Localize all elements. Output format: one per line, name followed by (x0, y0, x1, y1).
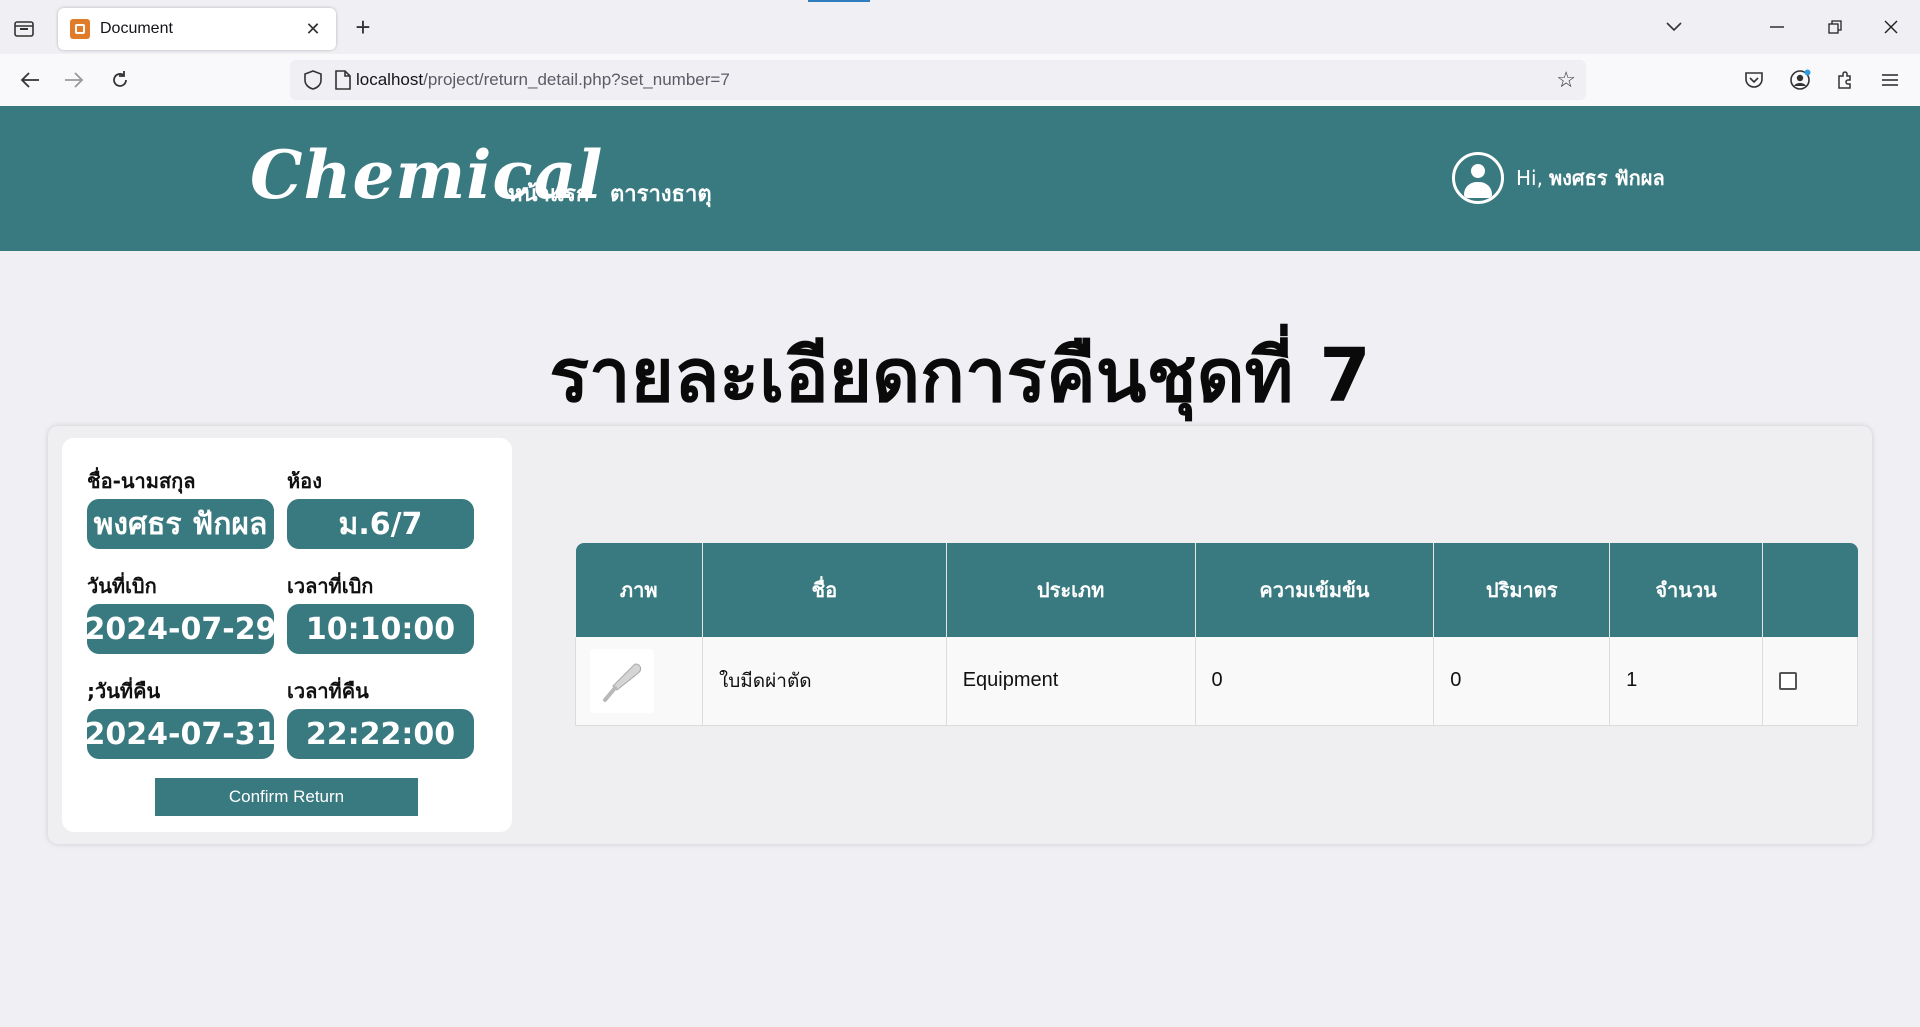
scalpel-icon (590, 648, 654, 713)
return-date-label: ;วันที่คืน (87, 679, 161, 703)
name-label: ชื่อ-นามสกุล (87, 469, 196, 493)
name-value: พงศธร ฟักผล (87, 499, 274, 549)
borrow-date-value: 2024-07-29 (87, 604, 274, 654)
forward-arrow-icon[interactable] (58, 64, 90, 96)
room-value: ม.6/7 (287, 499, 474, 549)
browser-tab[interactable]: Document ✕ (58, 8, 336, 50)
new-tab-icon[interactable]: + (348, 12, 378, 42)
browser-tabbar: Document ✕ + (0, 0, 1920, 54)
borrow-time-value: 10:10:00 (287, 604, 474, 654)
url-path: /project/return_detail.php?set_number=7 (423, 70, 730, 89)
back-arrow-icon[interactable] (14, 64, 46, 96)
page-icon[interactable] (334, 70, 352, 90)
return-date-value: 2024-07-31 (87, 709, 274, 759)
greeting-text: Hi, (1516, 166, 1543, 190)
cell-image (575, 637, 703, 726)
col-header-volume: ปริมาตร (1433, 543, 1611, 637)
user-name: พงศธร ฟักผล (1548, 166, 1665, 190)
loading-indicator (808, 0, 870, 2)
borrow-time-label: เวลาที่เบิก (287, 574, 374, 598)
confirm-return-button[interactable]: Confirm Return (155, 778, 418, 816)
app-menu-icon[interactable] (1874, 64, 1906, 96)
address-bar[interactable]: localhost/project/return_detail.php?set_… (290, 60, 1586, 100)
table-header-row: ภาพ ชื่อ ประเภท ความเข้มข้น ปริมาตร จำนว… (575, 543, 1858, 637)
xampp-favicon-icon (70, 19, 90, 39)
restore-icon[interactable] (1818, 12, 1852, 42)
room-label: ห้อง (287, 469, 322, 493)
close-window-icon[interactable] (1874, 12, 1908, 42)
col-header-concentration: ความเข้มข้น (1195, 543, 1435, 637)
cell-type: Equipment (946, 637, 1196, 726)
col-header-image: ภาพ (575, 543, 703, 637)
return-item-checkbox[interactable] (1779, 671, 1798, 690)
return-time-label: เวลาที่คืน (287, 679, 369, 703)
url-host: localhost (356, 70, 424, 89)
browser-navbar: localhost/project/return_detail.php?set_… (0, 54, 1920, 106)
items-table: ภาพ ชื่อ ประเภท ความเข้มข้น ปริมาตร จำนว… (575, 543, 1858, 726)
user-avatar-icon (1452, 152, 1504, 204)
reload-icon[interactable] (104, 64, 136, 96)
user-menu[interactable]: Hi, พงศธร ฟักผล (1452, 152, 1665, 204)
cell-name: ใบมีดผ่าตัด (702, 637, 947, 726)
minimize-icon[interactable] (1760, 12, 1794, 42)
close-tab-icon[interactable]: ✕ (302, 19, 324, 40)
tab-overflow-chevron-icon[interactable] (1657, 12, 1691, 42)
borrow-date-label: วันที่เบิก (87, 574, 157, 598)
col-header-name: ชื่อ (702, 543, 947, 637)
col-header-quantity: จำนวน (1609, 543, 1764, 637)
bookmark-star-icon[interactable]: ☆ (1556, 67, 1576, 93)
cell-quantity: 1 (1609, 637, 1764, 726)
return-time-value: 22:22:00 (287, 709, 474, 759)
nav-link-periodic-table[interactable]: ตารางธาตุ (610, 176, 712, 211)
col-header-select (1762, 543, 1858, 637)
pocket-icon[interactable] (1738, 64, 1770, 96)
tab-title: Document (100, 20, 173, 37)
shield-icon[interactable] (302, 69, 324, 91)
table-row: ใบมีดผ่าตัด Equipment 0 0 1 (575, 637, 1858, 726)
tab-list-icon[interactable] (10, 14, 38, 42)
cell-select (1762, 637, 1858, 726)
page-title: รายละเอียดการคืนชุดที่ 7 (549, 333, 1371, 419)
cell-volume: 0 (1433, 637, 1611, 726)
nav-link-home[interactable]: หน้าแรก (508, 176, 589, 211)
cell-concentration: 0 (1195, 637, 1435, 726)
extensions-icon[interactable] (1829, 64, 1861, 96)
account-icon[interactable] (1784, 64, 1816, 96)
site-header: Chemical หน้าแรก ตารางธาตุ Hi, พงศธร ฟัก… (0, 106, 1920, 251)
col-header-type: ประเภท (946, 543, 1196, 637)
